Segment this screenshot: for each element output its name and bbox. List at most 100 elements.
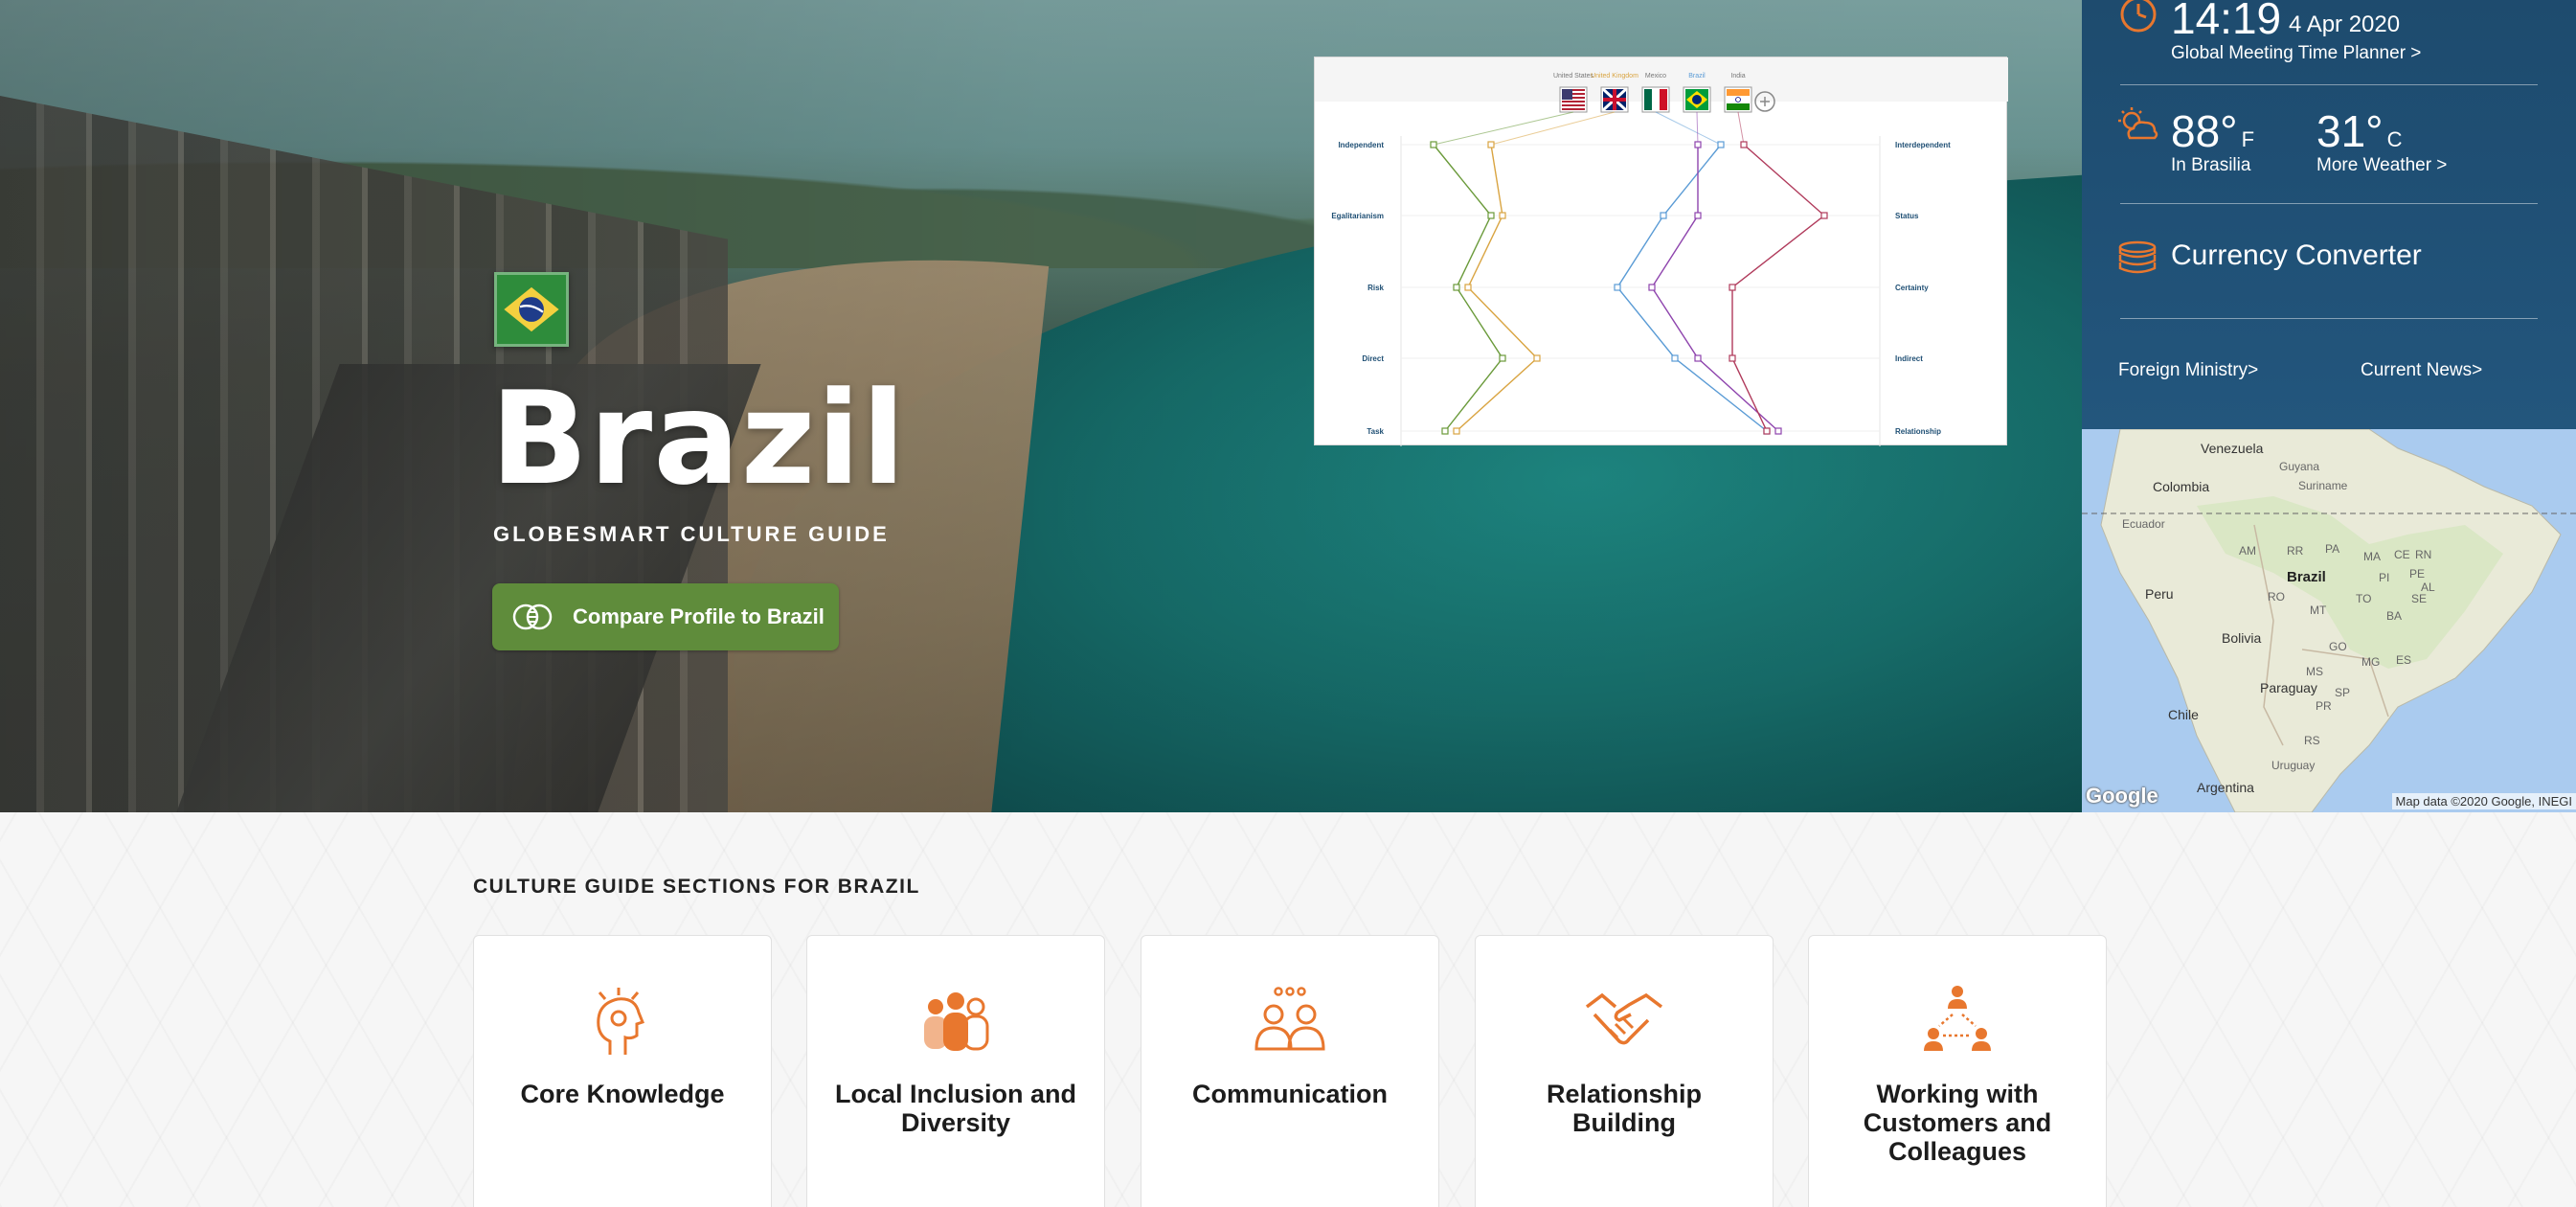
chart-right-label: Certainty	[1895, 284, 1929, 292]
map-label-pr: PR	[2316, 699, 2332, 713]
map-label-sp: SP	[2335, 686, 2351, 699]
chart-left-label: Task	[1367, 427, 1384, 436]
section-card-relationship-building[interactable]: Relationship Building	[1475, 935, 1774, 1207]
flag-canton	[1562, 89, 1572, 100]
series-point	[1453, 427, 1460, 435]
diverse-people-icon	[924, 992, 989, 1051]
map-label-peru: Peru	[2145, 586, 2174, 602]
chart-right-label: Indirect	[1895, 354, 1923, 363]
chart-right-label: Status	[1895, 212, 1919, 220]
series-point	[1487, 212, 1495, 219]
map-label-rs: RS	[2304, 734, 2320, 747]
temp-f-unit: F	[2241, 127, 2255, 151]
info-panel: 14:19 4 Apr 2020 Global Meeting Time Pla…	[2082, 0, 2576, 429]
flag-stripe	[1562, 101, 1585, 102]
chart-left-label: Risk	[1367, 284, 1384, 292]
handshake-icon	[1585, 992, 1663, 1045]
flag-united-states-icon[interactable]	[1559, 86, 1588, 113]
section-card-inclusion-diversity[interactable]: Local Inclusion and Diversity	[806, 935, 1105, 1207]
communication-icon	[1254, 987, 1325, 1051]
series-point	[1453, 284, 1460, 291]
map-label-to: TO	[2356, 592, 2372, 605]
more-weather-link[interactable]: More Weather >	[2316, 155, 2447, 176]
chart-left-label: Direct	[1362, 354, 1384, 363]
page: Brazil GLOBESMART CULTURE GUIDE Compare …	[0, 0, 2576, 1207]
flag-band	[1652, 89, 1660, 110]
country-map[interactable]: Venezuela Guyana Suriname Colombia Ecuad…	[2082, 429, 2576, 812]
map-label-ro: RO	[2268, 590, 2285, 604]
section-card-communication[interactable]: Communication	[1141, 935, 1439, 1207]
series-point	[1499, 354, 1506, 362]
flag-country-label: India	[1730, 73, 1745, 80]
flag-india-icon[interactable]	[1724, 86, 1752, 113]
chart-right-label: Interdependent	[1895, 141, 1951, 149]
section-card-customers-colleagues[interactable]: Working with Customers and Colleagues	[1808, 935, 2107, 1207]
panel-divider	[2120, 203, 2538, 204]
flag-globe	[1692, 95, 1702, 104]
series-point	[1660, 212, 1667, 219]
map-label-ce: CE	[2394, 548, 2410, 561]
series-point	[1614, 284, 1621, 291]
culture-guide-sections: CULTURE GUIDE SECTIONS FOR BRAZIL Core K…	[0, 812, 2576, 1207]
map-label-rn: RN	[2415, 548, 2432, 561]
section-label: Core Knowledge	[520, 1080, 725, 1108]
map-label-am: AM	[2239, 544, 2256, 558]
map-label-chile: Chile	[2168, 707, 2199, 722]
weather-city: In Brasilia	[2171, 155, 2251, 175]
map-label-suriname: Suriname	[2298, 479, 2348, 492]
flag-country-label: United Kingdom	[1591, 73, 1638, 80]
head-lightbulb-icon	[597, 988, 644, 1055]
map-label-paraguay: Paraguay	[2260, 680, 2317, 695]
series-connector-line	[1696, 111, 1699, 146]
culture-comparison-chart[interactable]: United States United Kingdom Mexico Brazil I…	[1314, 57, 2008, 446]
series-connector-line	[1737, 111, 1745, 146]
chart-right-label: Relationship	[1895, 427, 1941, 436]
guide-subtitle: GLOBESMART CULTURE GUIDE	[493, 522, 890, 546]
section-label: Communication	[1191, 1080, 1388, 1108]
flag-band	[1727, 89, 1750, 96]
series-point	[1694, 354, 1702, 362]
current-news-link[interactable]: Current News>	[2361, 360, 2482, 381]
series-point	[1671, 354, 1679, 362]
foreign-ministry-link[interactable]: Foreign Ministry>	[2118, 360, 2258, 381]
local-time: 14:19	[2171, 0, 2282, 43]
flag-mexico-icon[interactable]	[1641, 86, 1670, 113]
series-point	[1430, 141, 1437, 148]
flag-united-kingdom-icon[interactable]	[1600, 86, 1629, 113]
flag-brazil-icon[interactable]	[1683, 86, 1711, 113]
sections-heading: CULTURE GUIDE SECTIONS FOR BRAZIL	[473, 876, 920, 898]
meeting-planner-link[interactable]: Global Meeting Time Planner >	[2171, 43, 2421, 64]
partly-sunny-icon	[2118, 107, 2158, 140]
temp-f-value: 88°	[2171, 106, 2238, 156]
chart-left-label: Egalitarianism	[1331, 212, 1384, 220]
flag-band	[1660, 89, 1667, 110]
series-point	[1648, 284, 1656, 291]
section-label: Working with Customers and Colleagues	[1863, 1080, 2052, 1167]
map-label-venezuela: Venezuela	[2201, 441, 2264, 456]
series-point	[1763, 427, 1771, 435]
panel-divider	[2120, 84, 2538, 85]
flag-stripe	[1562, 108, 1585, 110]
compare-profile-button[interactable]: Compare Profile to Brazil	[492, 583, 839, 650]
temperature-fahrenheit: 88° F	[2171, 105, 2254, 157]
team-network-icon	[1924, 986, 1991, 1051]
compare-profile-label: Compare Profile to Brazil	[573, 604, 825, 628]
flag-country-label: United States	[1553, 73, 1594, 80]
map-label-se: SE	[2411, 592, 2428, 605]
map-label-pe: PE	[2409, 567, 2426, 581]
map-attribution: Map data ©2020 Google, INEGI	[2391, 793, 2576, 809]
brazil-flag-icon	[494, 272, 569, 347]
currency-converter-link[interactable]: Currency Converter	[2171, 239, 2422, 272]
brazil-flag-graphic	[497, 275, 566, 344]
series-point	[1740, 141, 1748, 148]
map-label-al: AL	[2421, 581, 2435, 594]
series-point	[1533, 354, 1541, 362]
comparison-chart-svg: United StatesUnited Kingdom Mexico Brazil I…	[1315, 57, 2008, 446]
map-label-pi: PI	[2379, 571, 2390, 584]
section-card-core-knowledge[interactable]: Core Knowledge	[473, 935, 772, 1207]
series-point	[1694, 212, 1702, 219]
section-label: Relationship Building	[1546, 1080, 1702, 1138]
flag-country-label: Mexico	[1645, 73, 1666, 80]
temp-c-unit: C	[2386, 127, 2403, 151]
temperature-celsius: 31° C	[2316, 105, 2402, 157]
